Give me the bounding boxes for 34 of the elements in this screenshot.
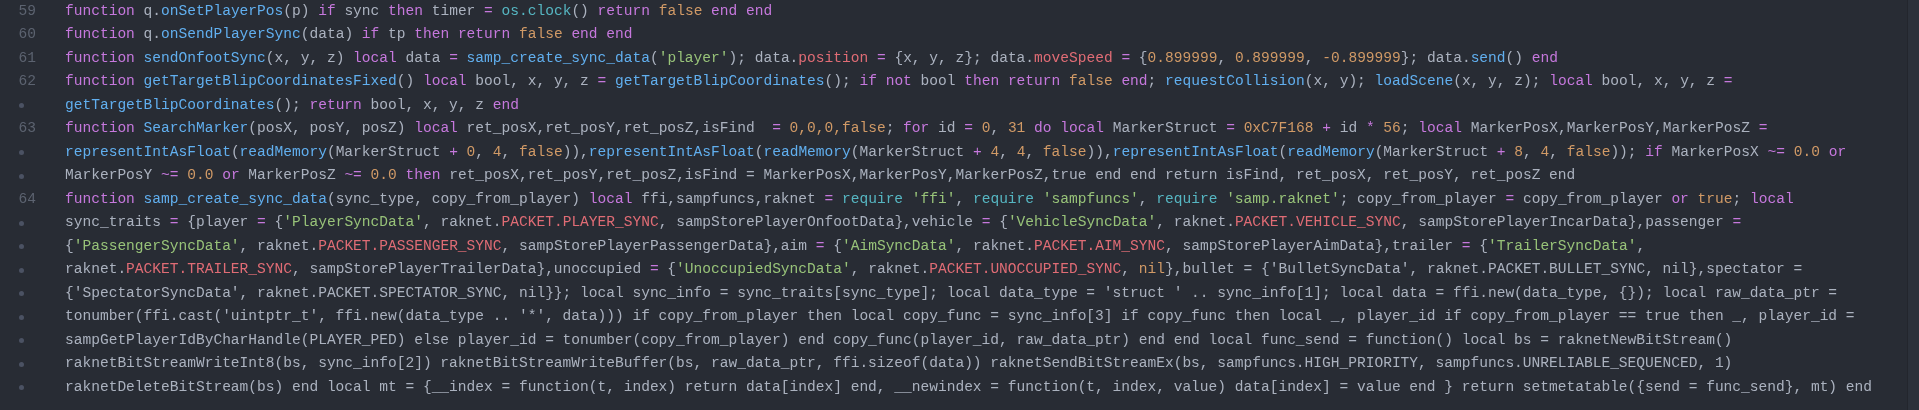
code-line: MarkerPosY ~= 0.0 or MarkerPosZ ~= 0.0 then ret_posX,ret_posY,ret_posZ,isFind = MarkerPosX,MarkerPosY,MarkerPosZ,true end end return isFind, ret_posX, ret_posY, ret_posZ end [65,166,1576,186]
code-line: function sendOnfootSync(x, y, z) local data = samp_create_sync_data('player'); data.position = {x, y, z}; data.moveSpeed = {0.899999, 0.899999, -0.899999}; data.send() end [65,48,1558,68]
wrap-marker-icon [19,103,24,109]
code-line: function q.onSetPlayerPos(p) if sync then timer = os.clock() return false end end [65,1,773,21]
wrap-marker-icon [19,244,24,250]
code-line: tonumber(ffi.cast('uintptr_t', ffi.new(data_type .. '*', data))) if copy_from_player then local copy_func = sync_info[3] if copy_func then local _, player_id if copy_from_player == true then _, player_id = [65,307,1855,327]
code-line: function SearchMarker(posX, posY, posZ) local ret_posX,ret_posY,ret_posZ,isFind = 0,0,0,false; for id = 0, 31 do local MarkerStruct = 0xC7F168 + id * 56; local MarkerPosX,MarkerPosY,MarkerPosZ = [65,119,1768,139]
code-line: raknetDeleteBitStream(bs) end local mt = {__index = function(t, index) return data[index] end, __newindex = function(t, index, value) data[index] = value end } return setmetatable({send = func_send}, mt) end [65,377,1873,397]
line-number: 61 [17,48,36,68]
wrap-marker-icon [19,220,24,226]
line-number: 62 [17,72,36,92]
line-number: 60 [17,25,36,45]
code-line: sampGetPlayerIdByCharHandle(PLAYER_PED) else player_id = tonumber(copy_from_player) end copy_func(player_id, raw_data_ptr) end end local func_send = function() local bs = raknetNewBitStream() [65,330,1733,350]
wrap-marker-icon [19,267,24,273]
wrap-marker-icon [19,338,24,344]
code-line: representIntAsFloat(readMemory(MarkerStruct + 0, 4, false)),representIntAsFloat(readMemory(MarkerStruct + 4, 4, false)),representIntAsFloat(readMemory(MarkerStruct + 8, 4, false)); if MarkerPosX ~= 0.0 or [65,142,1847,162]
code-line: sync_traits = {player = {'PlayerSyncData', raknet.PACKET.PLAYER_SYNC, sampStorePlayerOnfootData},vehicle = {'VehicleSyncData', raknet.PACKET.VEHICLE_SYNC, sampStorePlayerIncarData},passenger = [65,213,1742,233]
wrap-marker-icon [19,314,24,320]
wrap-marker-icon [19,173,24,179]
code-line: function getTargetBlipCoordinatesFixed() local bool, x, y, z = getTargetBlipCoordinates(); if not bool then return false end; requestCollision(x, y); loadScene(x, y, z); local bool, x, y, z = [65,72,1733,92]
wrap-marker-icon [19,361,24,367]
code-line: raknetBitStreamWriteInt8(bs, sync_info[2]) raknetBitStreamWriteBuffer(bs, raw_data_ptr, ffi.sizeof(data)) raknetSendBitStreamEx(bs, sampfuncs.HIGH_PRIORITY, sampfuncs.UNRELIABLE_SEQUENCED, 1) [65,354,1733,374]
line-number: 64 [17,189,36,209]
line-number: 63 [17,119,36,139]
code-line: {'PassengerSyncData', raknet.PACKET.PASSENGER_SYNC, sampStorePlayerPassengerData},aim = {'AimSyncData', raknet.PACKET.AIM_SYNC, sampStorePlayerAimData},trailer = {'TrailerSyncData', [65,236,1646,256]
code-line: function q.onSendPlayerSync(data) if tp then return false end end [65,25,633,45]
code-line: raknet.PACKET.TRAILER_SYNC, sampStorePlayerTrailerData},unoccupied = {'UnoccupiedSyncData', raknet.PACKET.UNOCCUPIED_SYNC, nil},bullet = {'BulletSyncData', raknet.PACKET.BULLET_SYNC, nil},spectator = [65,260,1803,280]
code-line: {'SpectatorSyncData', raknet.PACKET.SPECTATOR_SYNC, nil}}; local sync_info = sync_traits[sync_type]; local data_type = 'struct ' .. sync_info[1]; local data = ffi.new(data_type, {}); local raw_data_ptr = [65,283,1838,303]
code-line: function samp_create_sync_data(sync_type, copy_from_player) local ffi,sampfuncs,raknet = require 'ffi', require 'sampfuncs', require 'samp.raknet'; copy_from_player = copy_from_player or true; local [65,189,1794,209]
wrap-marker-icon [19,385,24,391]
wrap-marker-icon [19,150,24,156]
line-number: 59 [17,1,36,21]
code-line: getTargetBlipCoordinates(); return bool, x, y, z end [65,95,519,115]
wrap-marker-icon [19,291,24,297]
